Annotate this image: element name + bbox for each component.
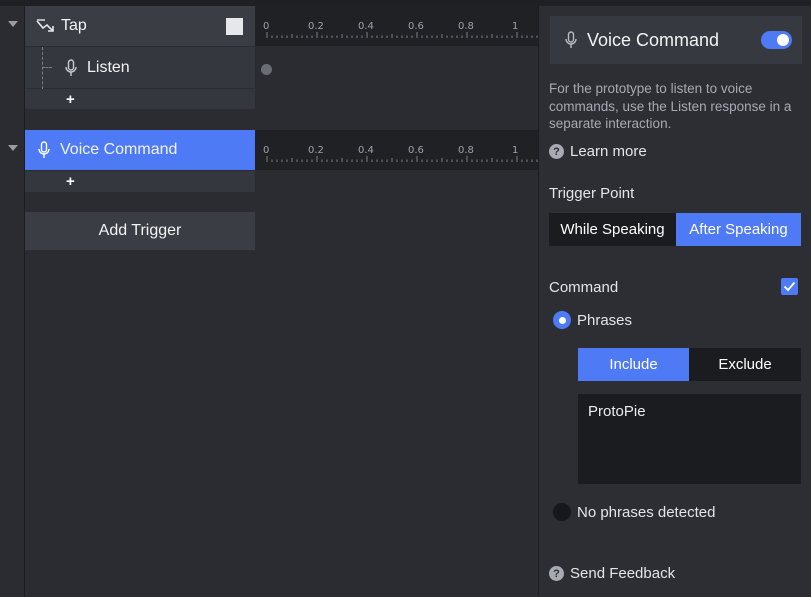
no-phrases-label: No phrases detected [577,504,716,521]
trigger-row-voice-command[interactable]: Voice Command [25,130,255,170]
add-trigger-button[interactable]: Add Trigger [25,212,255,250]
learn-more-label: Learn more [570,143,647,160]
microphone-icon [565,31,577,49]
phrases-label: Phrases [577,312,633,329]
ruler-tick-label: 0.2 [308,21,324,32]
help-icon: ? [549,566,564,581]
send-feedback-link[interactable]: ? Send Feedback [549,565,675,582]
add-response-row[interactable] [25,89,255,109]
response-row-listen[interactable]: Listen [25,47,255,88]
phrase-mode-include[interactable]: Include [578,348,689,381]
trigger-point-option-while-speaking[interactable]: While Speaking [549,213,676,246]
toggle-knob [777,34,789,46]
timeline-gutter [0,6,25,597]
enable-toggle[interactable] [761,31,792,49]
response-label: Listen [87,58,130,76]
property-panel: Voice Command For the prototype to liste… [538,6,811,597]
checkmark-icon [783,281,796,292]
ruler-tick-label: 0.4 [358,145,374,156]
ruler-tick-label: 1 [512,145,519,156]
ruler-tick-label: 0 [263,145,270,156]
add-trigger-label: Add Trigger [98,222,182,239]
microphone-icon [65,58,77,77]
tap-gesture-icon [36,19,54,33]
trigger-color-swatch[interactable] [226,18,243,35]
command-label: Command [549,279,619,296]
ruler-tick-label: 0.6 [408,21,424,32]
trigger-point-segmented-control: While Speaking After Speaking [549,213,801,246]
ruler-tick-label: 0.4 [358,21,374,32]
ruler-tick-label: 0 [263,21,270,32]
add-response-button[interactable]: + [66,174,75,189]
microphone-icon [38,141,50,159]
response-keyframe-dot[interactable] [261,64,272,75]
ruler-tick-label: 0.2 [308,145,324,156]
ruler-ticks [266,156,538,162]
command-checkbox[interactable] [781,278,798,295]
radio-dot [558,316,566,324]
trigger-row-tap[interactable]: Tap [25,6,255,46]
collapse-voice-interaction-icon[interactable] [8,145,18,151]
collapse-tap-interaction-icon[interactable] [8,21,18,27]
panel-description: For the prototype to listen to voice com… [549,81,792,131]
panel-title: Voice Command [587,29,720,50]
trigger-label: Voice Command [60,141,178,158]
phrases-radio[interactable] [553,311,571,329]
ruler-tick-label: 0.8 [458,21,474,32]
panel-header: Voice Command [550,16,802,64]
help-icon: ? [549,144,564,159]
ruler-ticks [266,32,538,38]
add-response-button[interactable]: + [66,92,75,107]
send-feedback-label: Send Feedback [570,565,676,582]
trigger-point-option-after-speaking[interactable]: After Speaking [676,213,801,246]
timeline-ruler[interactable]: 0 0.2 0.4 0.6 0.8 1 [255,130,538,170]
timeline-ruler[interactable]: 0 0.2 0.4 0.6 0.8 1 [255,6,538,46]
trigger-label: Tap [61,17,87,34]
phrase-mode-segmented-control: Include Exclude [578,348,801,381]
add-response-row[interactable] [25,171,255,192]
ruler-tick-label: 0.8 [458,145,474,156]
phrase-mode-exclude[interactable]: Exclude [689,348,801,381]
trigger-point-label: Trigger Point [549,185,635,202]
phrases-input[interactable]: ProtoPie [578,394,801,484]
ruler-tick-label: 1 [512,21,519,32]
tree-connector [42,67,52,68]
learn-more-link[interactable]: ? Learn more [549,143,647,160]
no-phrases-radio[interactable] [553,503,571,521]
ruler-tick-label: 0.6 [408,145,424,156]
